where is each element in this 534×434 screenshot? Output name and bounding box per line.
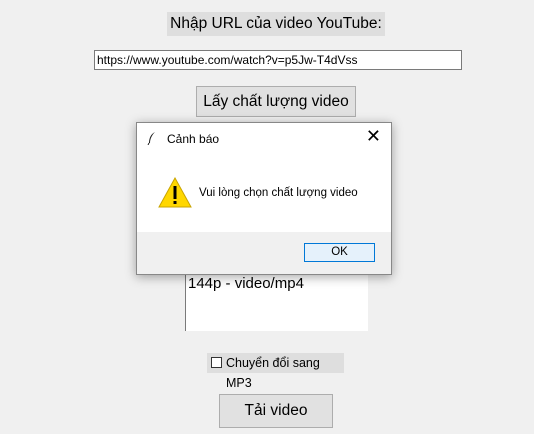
mp3-checkbox[interactable] xyxy=(211,357,222,368)
url-label: Nhập URL của video YouTube: xyxy=(167,12,385,36)
mp3-checkbox-label: Chuyển đổi sang MP3 xyxy=(226,356,320,390)
feather-icon xyxy=(147,131,157,150)
warning-dialog: Cảnh báo ✕ Vui lòng chọn chất lượng vide… xyxy=(136,122,392,275)
list-item[interactable]: 144p - video/mp4 xyxy=(188,275,304,292)
download-button[interactable]: Tải video xyxy=(219,394,333,428)
dialog-footer: OK xyxy=(137,232,391,274)
warning-icon xyxy=(158,176,192,213)
dialog-title: Cảnh báo xyxy=(167,132,220,146)
url-input[interactable]: https://www.youtube.com/watch?v=p5Jw-T4d… xyxy=(94,50,462,70)
get-quality-button[interactable]: Lấy chất lượng video xyxy=(196,86,356,117)
dialog-message: Vui lòng chọn chất lượng video xyxy=(199,187,358,199)
close-icon[interactable]: ✕ xyxy=(366,127,381,147)
ok-button[interactable]: OK xyxy=(304,243,375,262)
mp3-option[interactable]: Chuyển đổi sang MP3 xyxy=(207,353,344,390)
